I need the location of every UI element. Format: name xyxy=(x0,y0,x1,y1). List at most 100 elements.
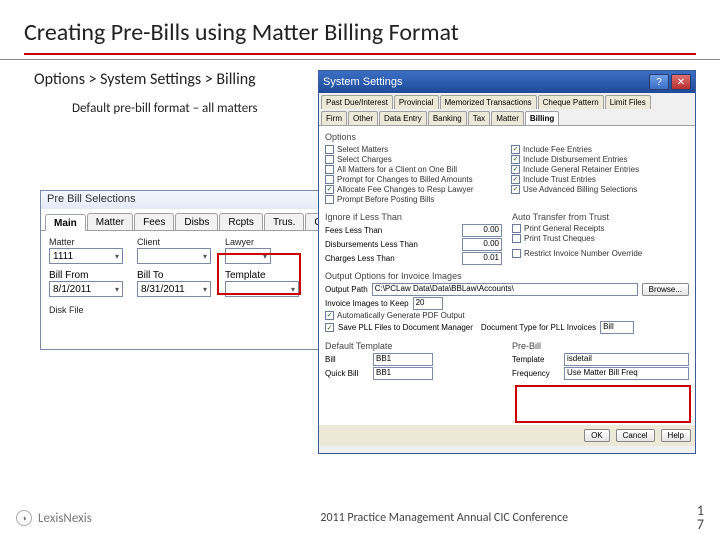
matter-field[interactable]: 1111 xyxy=(49,248,123,264)
prefreq-input[interactable]: Use Matter Bill Freq xyxy=(564,367,689,380)
tab-dataentry[interactable]: Data Entry xyxy=(379,111,427,125)
ok-button[interactable]: OK xyxy=(584,429,610,442)
tab-memorized[interactable]: Memorized Transactions xyxy=(440,95,537,109)
rightopt-3-checkbox[interactable]: ✓ xyxy=(511,175,520,184)
rightopt-2-label: Include General Retainer Entries xyxy=(523,165,639,174)
rightopt-2-checkbox[interactable]: ✓ xyxy=(511,165,520,174)
billfrom-label: Bill From xyxy=(49,270,123,281)
close-icon[interactable]: ✕ xyxy=(671,74,691,90)
autopdf-checkbox[interactable]: ✓ xyxy=(325,311,334,320)
rightopt-4-checkbox[interactable]: ✓ xyxy=(511,185,520,194)
lawyer-label: Lawyer xyxy=(225,237,271,247)
output-header: Output Options for Invoice Images xyxy=(325,271,689,281)
disb-input[interactable]: 0.00 xyxy=(462,238,502,251)
prefreq-label: Frequency xyxy=(512,369,560,378)
pretmpl-label: Template xyxy=(512,355,560,364)
logo-icon: ◑ xyxy=(16,510,32,526)
help-icon[interactable]: ? xyxy=(649,74,669,90)
rightopt-1-checkbox[interactable]: ✓ xyxy=(511,155,520,164)
savepl-checkbox[interactable]: ✓ xyxy=(325,323,334,332)
browse-button[interactable]: Browse... xyxy=(642,283,689,296)
pretmpl-input[interactable]: isdetail xyxy=(564,353,689,366)
billto-field[interactable]: 8/31/2011 xyxy=(137,281,211,297)
autotrans-0-label: Print General Receipts xyxy=(524,224,604,233)
rightopt-3-label: Include Trust Entries xyxy=(523,175,596,184)
autotrans-1-checkbox[interactable] xyxy=(512,234,521,243)
sys-body: Options Select MattersSelect ChargesAll … xyxy=(319,125,695,425)
bill-template-input[interactable]: BB1 xyxy=(373,353,433,366)
autotransfer-header: Auto Transfer from Trust xyxy=(512,212,689,222)
billfrom-field[interactable]: 8/1/2011 xyxy=(49,281,123,297)
tab-matter[interactable]: Matter xyxy=(87,213,133,230)
quickbill-label: Quick Bill xyxy=(325,369,369,378)
system-settings-window: System Settings ? ✕ Past Due/Interest Pr… xyxy=(318,70,696,454)
fees-input[interactable]: 0.00 xyxy=(462,224,502,237)
prebill-titlebar: Pre Bill Selections xyxy=(41,191,349,209)
help-button[interactable]: Help xyxy=(661,429,691,442)
tab-fees[interactable]: Fees xyxy=(134,213,174,230)
lawyer-field[interactable] xyxy=(225,248,271,264)
leftopt-4-label: Allocate Fee Changes to Resp Lawyer xyxy=(337,185,474,194)
doctype-label: Document Type for PLL Invoices xyxy=(481,323,596,332)
tab-provincial[interactable]: Provincial xyxy=(394,95,439,109)
template-label: Template xyxy=(225,270,299,281)
leftopt-5-label: Prompt Before Posting Bills xyxy=(337,195,434,204)
keep-input[interactable]: 20 xyxy=(413,297,443,310)
leftopt-2-label: All Matters for a Client on One Bill xyxy=(337,165,457,174)
leftopt-1-checkbox[interactable] xyxy=(325,155,334,164)
restrict-checkbox[interactable] xyxy=(512,249,521,258)
client-label: Client xyxy=(137,237,211,247)
sys-tabs-row1: Past Due/Interest Provincial Memorized T… xyxy=(319,93,695,109)
billto-value: 8/31/2011 xyxy=(141,284,185,295)
cancel-button[interactable]: Cancel xyxy=(616,429,655,442)
rightopt-0-label: Include Fee Entries xyxy=(523,145,592,154)
tab-billing[interactable]: Billing xyxy=(525,111,559,125)
conference-text: 2011 Practice Management Annual CIC Conf… xyxy=(320,511,568,525)
billfrom-value: 8/1/2011 xyxy=(53,284,91,295)
matter-value: 1111 xyxy=(53,251,73,262)
tab-trust[interactable]: Trus. xyxy=(264,213,304,230)
diskfile-label: Disk File xyxy=(49,305,84,315)
title-underline xyxy=(24,53,696,55)
leftopt-3-checkbox[interactable] xyxy=(325,175,334,184)
tab-tax[interactable]: Tax xyxy=(468,111,490,125)
prebill-window: Pre Bill Selections Main Matter Fees Dis… xyxy=(40,190,350,350)
autotrans-1-label: Print Trust Cheques xyxy=(524,234,595,243)
divider xyxy=(0,59,720,60)
leftopt-2-checkbox[interactable] xyxy=(325,165,334,174)
leftopt-1-label: Select Charges xyxy=(337,155,392,164)
path-input[interactable]: C:\PCLaw Data\Data\BBLaw\Accounts\ xyxy=(372,283,638,296)
quickbill-template-input[interactable]: BB1 xyxy=(373,367,433,380)
tab-cheque[interactable]: Cheque Pattern xyxy=(538,95,604,109)
leftopt-4-checkbox[interactable]: ✓ xyxy=(325,185,334,194)
prebill-tabs: Main Matter Fees Disbs Rcpts Trus. Optio… xyxy=(41,213,349,231)
tab-rcpts[interactable]: Rcpts xyxy=(219,213,263,230)
leftopt-0-label: Select Matters xyxy=(337,145,388,154)
billto-label: Bill To xyxy=(137,270,211,281)
charges-label: Charges Less Than xyxy=(325,254,395,263)
tab-limit[interactable]: Limit Files xyxy=(605,95,651,109)
tab-main[interactable]: Main xyxy=(45,214,86,231)
autotrans-0-checkbox[interactable] xyxy=(512,224,521,233)
keep-label: Invoice Images to Keep xyxy=(325,299,409,308)
rightopt-0-checkbox[interactable]: ✓ xyxy=(511,145,520,154)
client-field[interactable] xyxy=(137,248,211,264)
tab-other[interactable]: Other xyxy=(348,111,378,125)
logo-text: LexisNexis xyxy=(38,511,92,526)
tab-disbs[interactable]: Disbs xyxy=(175,213,218,230)
rightopt-1-label: Include Disbursement Entries xyxy=(523,155,628,164)
tab-mattertab[interactable]: Matter xyxy=(491,111,524,125)
template-field[interactable] xyxy=(225,281,299,297)
logo: ◑ LexisNexis xyxy=(16,510,92,526)
tab-firm[interactable]: Firm xyxy=(321,111,347,125)
restrict-label: Restrict Invoice Number Override xyxy=(524,249,642,258)
charges-input[interactable]: 0.01 xyxy=(462,252,502,265)
leftopt-0-checkbox[interactable] xyxy=(325,145,334,154)
leftopt-5-checkbox[interactable] xyxy=(325,195,334,204)
doctype-input[interactable]: Bill xyxy=(600,321,634,334)
tab-pastdue[interactable]: Past Due/Interest xyxy=(321,95,393,109)
page-number: 1 7 xyxy=(697,504,704,532)
options-header: Options xyxy=(325,132,689,142)
fees-label: Fees Less Than xyxy=(325,226,382,235)
tab-banking[interactable]: Banking xyxy=(428,111,467,125)
